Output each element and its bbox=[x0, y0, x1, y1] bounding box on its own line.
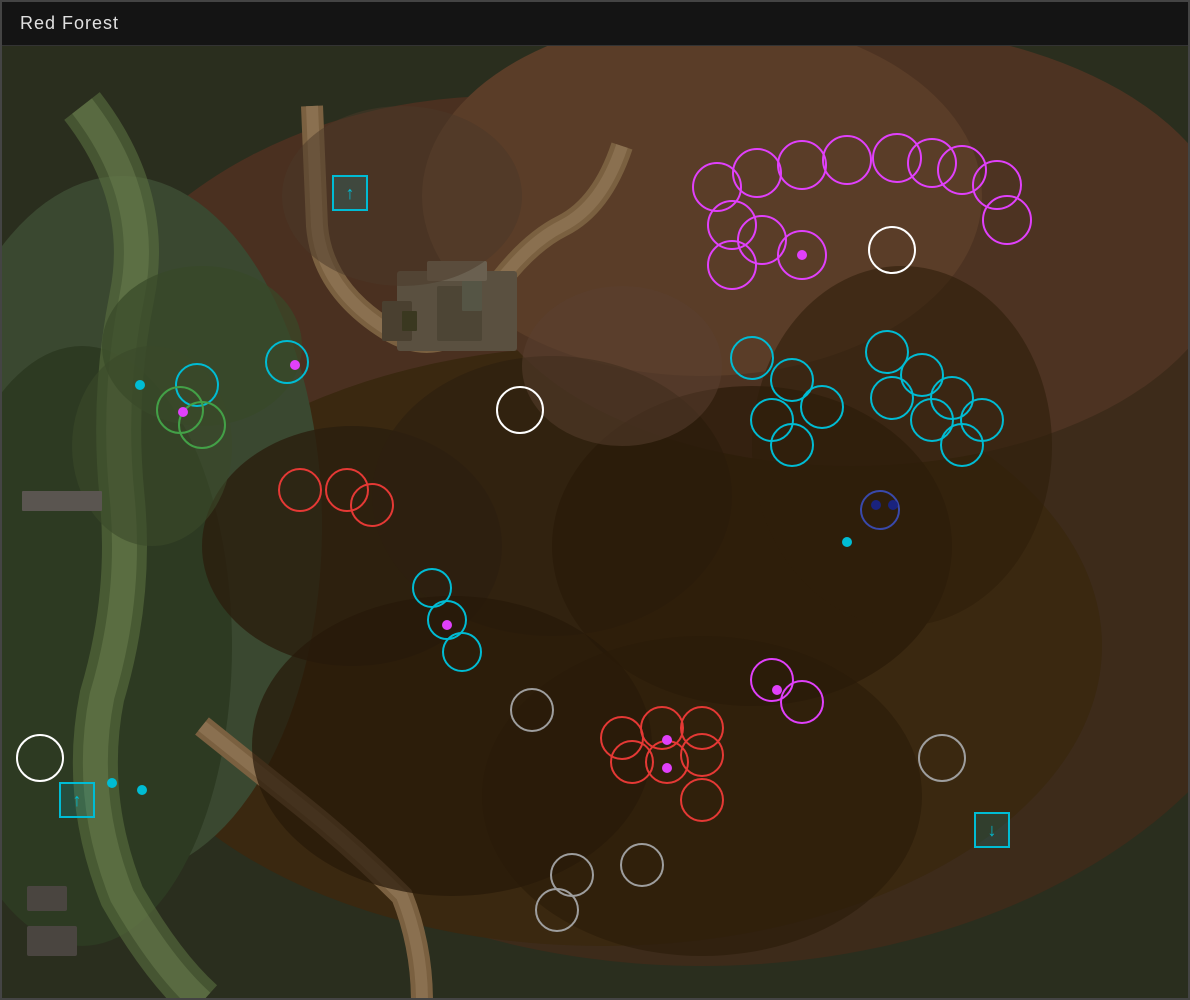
ring-marker bbox=[535, 888, 579, 932]
dot-marker bbox=[135, 380, 145, 390]
dot-marker bbox=[442, 620, 452, 630]
dot-marker bbox=[797, 250, 807, 260]
dot-marker bbox=[662, 735, 672, 745]
ring-marker bbox=[442, 632, 482, 672]
dot-marker bbox=[290, 360, 300, 370]
ring-marker bbox=[496, 386, 544, 434]
ring-marker bbox=[680, 733, 724, 777]
dot-marker bbox=[888, 500, 898, 510]
map-container: ↑↑↓↓ bbox=[2, 46, 1188, 998]
ring-marker bbox=[510, 688, 554, 732]
ring-marker bbox=[278, 468, 322, 512]
nav-arrow-up[interactable]: ↑ bbox=[332, 175, 368, 211]
ring-marker bbox=[350, 483, 394, 527]
ring-marker bbox=[870, 376, 914, 420]
ring-marker bbox=[730, 336, 774, 380]
dot-marker bbox=[871, 500, 881, 510]
dot-marker bbox=[178, 407, 188, 417]
nav-arrow-up[interactable]: ↑ bbox=[59, 782, 95, 818]
ring-marker bbox=[860, 490, 900, 530]
ring-marker bbox=[822, 135, 872, 185]
ring-marker bbox=[940, 423, 984, 467]
ring-marker bbox=[265, 340, 309, 384]
ring-marker bbox=[707, 240, 757, 290]
ring-marker bbox=[777, 140, 827, 190]
ring-marker bbox=[770, 423, 814, 467]
ring-marker bbox=[732, 148, 782, 198]
dot-marker bbox=[662, 763, 672, 773]
ring-marker bbox=[620, 843, 664, 887]
ring-marker bbox=[868, 226, 916, 274]
ring-marker bbox=[16, 734, 64, 782]
ring-marker bbox=[680, 778, 724, 822]
dot-marker bbox=[842, 537, 852, 547]
dot-marker bbox=[772, 685, 782, 695]
page-title: Red Forest bbox=[20, 13, 119, 34]
dot-marker bbox=[137, 785, 147, 795]
ring-marker bbox=[918, 734, 966, 782]
markers-layer: ↑↑↓↓ bbox=[2, 46, 1188, 998]
app-window: Red Forest bbox=[0, 0, 1190, 1000]
ring-marker bbox=[800, 385, 844, 429]
nav-arrow-down[interactable]: ↓ bbox=[974, 812, 1010, 848]
ring-marker bbox=[982, 195, 1032, 245]
title-bar: Red Forest bbox=[2, 2, 1188, 46]
dot-marker bbox=[107, 778, 117, 788]
ring-marker bbox=[780, 680, 824, 724]
